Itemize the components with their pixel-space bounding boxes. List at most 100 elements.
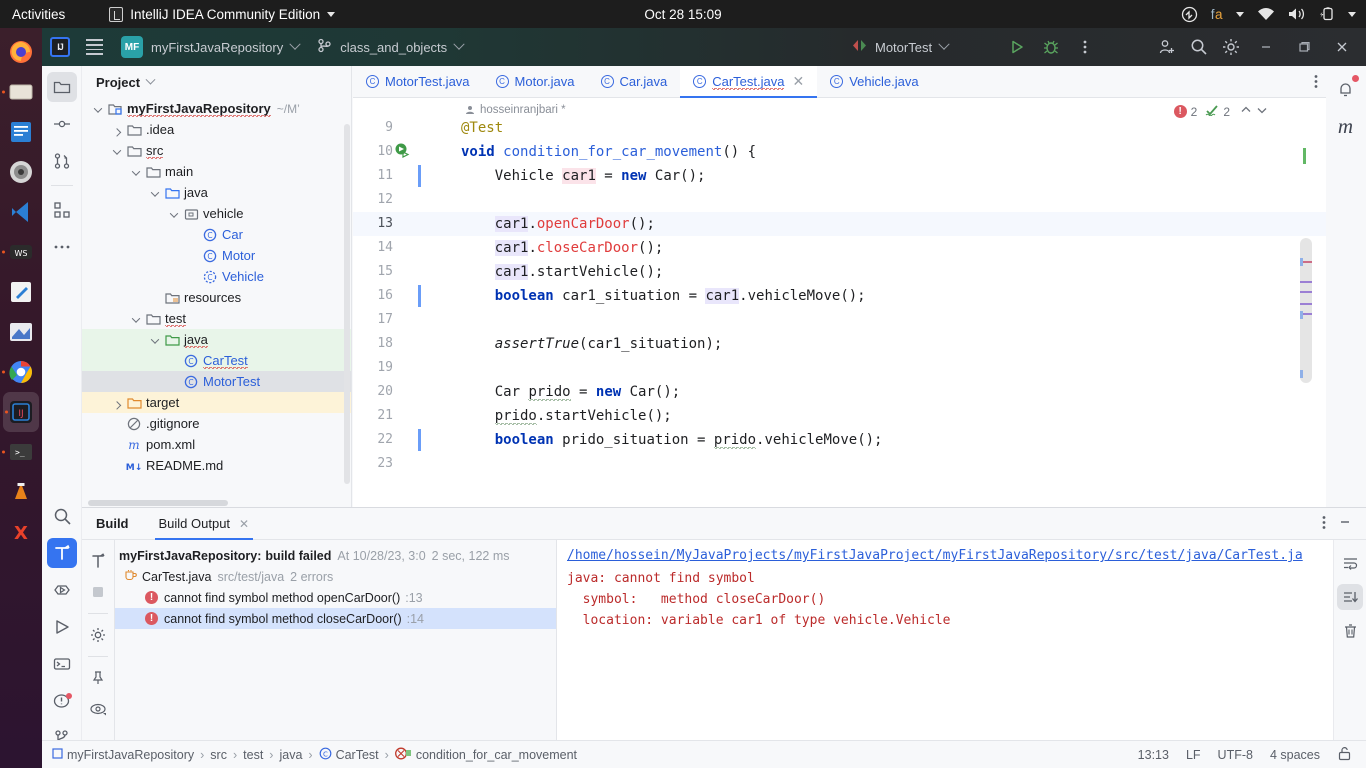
tree-item-java[interactable]: java (82, 182, 351, 203)
window-maximize-button[interactable] (1286, 32, 1322, 62)
run-button[interactable] (1002, 32, 1032, 62)
tree-item-cartest[interactable]: C CarTest (82, 350, 351, 371)
dock-item-paint[interactable] (0, 312, 42, 352)
error-stripe-marker-rail[interactable] (1300, 98, 1312, 507)
active-app-menu[interactable]: IntelliJ IDEA Community Edition (109, 6, 336, 22)
dock-item-text-editor[interactable] (0, 112, 42, 152)
system-clock[interactable]: Oct 28 15:09 (644, 7, 721, 22)
search-everywhere-button[interactable] (1184, 32, 1214, 62)
editor-tab-options-button[interactable] (1314, 66, 1326, 97)
tab-build-output[interactable]: Build Output ✕ (154, 508, 253, 540)
chevron-down-icon[interactable] (90, 101, 106, 116)
stop-build-button[interactable] (85, 579, 111, 605)
breadcrumb-item-myfirstjavarepository[interactable]: myFirstJavaRepository (52, 748, 194, 762)
main-menu-button[interactable] (86, 38, 103, 56)
run-test-icon[interactable] (395, 143, 410, 163)
indent-setting[interactable]: 4 spaces (1270, 748, 1320, 762)
tree-item-myfirstjavarepository[interactable]: myFirstJavaRepository ~/M’ (82, 98, 351, 119)
editor-tab-car-java[interactable]: C Car.java (588, 66, 681, 97)
tree-item-readme-md[interactable]: M↓ README.md (82, 455, 351, 476)
project-widget[interactable]: MF myFirstJavaRepository (121, 36, 301, 58)
editor-tab-vehicle-java[interactable]: C Vehicle.java (817, 66, 931, 97)
encoding[interactable]: UTF-8 (1218, 748, 1253, 762)
tool-window-problems[interactable] (47, 686, 77, 716)
dock-item-firefox[interactable] (0, 32, 42, 72)
project-panel-header[interactable]: Project (82, 66, 351, 98)
tool-window-pull-requests[interactable] (47, 146, 77, 176)
read-only-toggle-icon[interactable] (1337, 746, 1352, 764)
window-minimize-button[interactable] (1248, 32, 1284, 62)
tool-window-run[interactable] (47, 612, 77, 642)
tool-window-build[interactable] (47, 538, 77, 568)
input-language[interactable]: fa (1211, 7, 1223, 22)
breadcrumb-item-test[interactable]: test (243, 748, 263, 762)
dock-item-notes[interactable] (0, 272, 42, 312)
dock-item-vscode[interactable] (0, 192, 42, 232)
dock-item-xampp[interactable]: X (0, 512, 42, 552)
run-configuration-selector[interactable]: MotorTest (852, 38, 950, 55)
accessibility-icon[interactable] (1181, 6, 1198, 23)
line-separator[interactable]: LF (1186, 748, 1201, 762)
dock-item-webstorm[interactable]: WS (0, 232, 42, 272)
project-tree[interactable]: myFirstJavaRepository ~/M’ .idea src main jav… (82, 98, 351, 476)
breadcrumb-item-cartest[interactable]: C CarTest (319, 747, 379, 763)
intellij-logo-icon[interactable]: IJ (50, 37, 70, 57)
console-file-link[interactable]: /home/hossein/MyJavaProjects/myFirstJava… (567, 548, 1323, 563)
tree-item-car[interactable]: C Car (82, 224, 351, 245)
chevron-down-icon[interactable] (128, 311, 144, 326)
more-tool-windows-button[interactable] (47, 232, 77, 262)
changed-line-marker[interactable] (418, 429, 421, 451)
tree-item-resources[interactable]: resources (82, 287, 351, 308)
code-with-me-button[interactable] (1152, 32, 1182, 62)
eye-filter-button[interactable] (85, 696, 111, 722)
tree-item-main[interactable]: main (82, 161, 351, 182)
chevron-down-icon[interactable] (147, 185, 163, 200)
chevron-down-icon[interactable] (1348, 11, 1356, 17)
tree-item--idea[interactable]: .idea (82, 119, 351, 140)
chevron-down-icon[interactable] (147, 332, 163, 347)
tree-item--gitignore[interactable]: .gitignore (82, 413, 351, 434)
editor-gutter[interactable]: 9 10 11 12 13 14 15 16 17 18 19 20 21 22 23 (353, 98, 429, 507)
breadcrumb-item-src[interactable]: src (210, 748, 227, 762)
build-error-row[interactable]: ! cannot find symbol method openCarDoor()… (115, 587, 556, 608)
chevron-right-icon[interactable] (109, 395, 125, 410)
scroll-to-end-button[interactable] (1337, 584, 1363, 610)
build-settings-button[interactable] (85, 622, 111, 648)
volume-icon[interactable] (1288, 7, 1306, 21)
dock-item-intellij-idea[interactable]: IJ (3, 392, 39, 432)
chevron-down-icon[interactable] (166, 206, 182, 221)
chevron-right-icon[interactable] (109, 122, 125, 137)
dock-item-files[interactable] (0, 72, 42, 112)
rerun-build-button[interactable] (85, 548, 111, 574)
project-vertical-scrollbar[interactable] (344, 124, 350, 484)
activities-button[interactable]: Activities (12, 7, 65, 22)
close-icon[interactable]: ✕ (239, 517, 249, 531)
breadcrumb[interactable]: myFirstJavaRepository › src › test › java › C Car… (52, 747, 577, 763)
tree-item-test[interactable]: test (82, 308, 351, 329)
tool-window-project[interactable] (46, 72, 77, 102)
tree-item-pom-xml[interactable]: m pom.xml (82, 434, 351, 455)
breadcrumb-item-condition-for-car-movement[interactable]: condition_for_car_movement (394, 747, 577, 763)
build-error-row[interactable]: ! cannot find symbol method closeCarDoor(… (115, 608, 556, 629)
editor-tab-cartest-java[interactable]: C CarTest.java ✕ (680, 66, 818, 98)
caret-position[interactable]: 13:13 (1138, 748, 1169, 762)
dock-item-chrome[interactable] (0, 352, 42, 392)
battery-icon[interactable] (1319, 7, 1335, 21)
tree-item-java[interactable]: java (82, 329, 351, 350)
code-editor[interactable]: hosseinranjbari * ! 2 2 9 10 11 12 13 14… (353, 98, 1326, 507)
build-console[interactable]: /home/hossein/MyJavaProjects/myFirstJava… (557, 540, 1333, 768)
build-results-tree[interactable]: myFirstJavaRepository: build failed At 10/… (115, 540, 557, 768)
editor-tab-motortest-java[interactable]: C MotorTest.java (353, 66, 483, 97)
close-icon[interactable]: ✕ (792, 73, 804, 90)
tree-item-vehicle[interactable]: C Vehicle (82, 266, 351, 287)
soft-wrap-button[interactable] (1337, 550, 1363, 576)
tool-window-maven[interactable]: m (1331, 111, 1361, 141)
window-close-button[interactable] (1324, 32, 1360, 62)
tool-window-run-anything[interactable] (47, 575, 77, 605)
tool-window-structure[interactable] (47, 195, 77, 225)
chevron-down-icon[interactable] (128, 164, 144, 179)
build-minimize-button[interactable] (1338, 515, 1352, 532)
tree-item-motortest[interactable]: C MotorTest (82, 371, 351, 392)
tool-window-find[interactable] (47, 501, 77, 531)
project-horizontal-scrollbar[interactable] (88, 500, 228, 506)
